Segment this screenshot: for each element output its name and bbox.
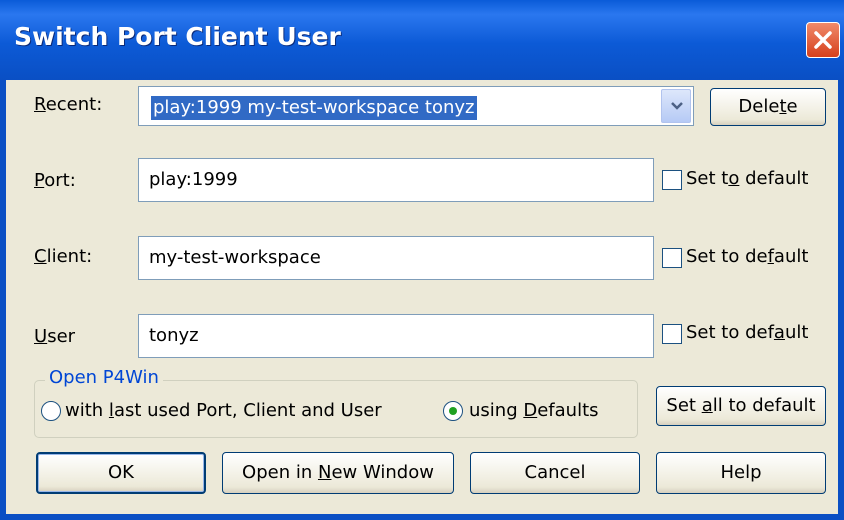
recent-selected-value[interactable]: play:1999 my-test-workspace tonyz — [151, 96, 477, 120]
set-all-default-button[interactable]: Set all to default — [656, 386, 826, 426]
close-button[interactable] — [806, 22, 840, 58]
open-p4win-group: Open P4Win with last used Port, Client a… — [34, 367, 638, 438]
user-label: User — [34, 326, 76, 347]
open-in-new-window-button[interactable]: Open in New Window — [222, 452, 454, 494]
user-input[interactable]: tonyz — [138, 314, 654, 358]
window-frame-right — [838, 80, 844, 520]
port-set-default-checkbox[interactable] — [662, 170, 682, 190]
user-set-default-checkbox[interactable] — [662, 324, 682, 344]
recent-dropdown-button[interactable] — [661, 89, 691, 123]
using-defaults-radio-label[interactable]: using Defaults — [469, 400, 599, 421]
cancel-button[interactable]: Cancel — [470, 452, 640, 494]
last-used-radio[interactable] — [41, 401, 61, 421]
radio-selected-dot — [449, 407, 457, 415]
window-frame-left — [0, 80, 6, 520]
close-icon — [814, 31, 832, 49]
client-label: Client: — [34, 246, 93, 267]
window-title: Switch Port Client User — [14, 22, 341, 51]
dialog-window: Switch Port Client User Recent: play:199… — [0, 0, 844, 520]
client-input[interactable]: my-test-workspace — [138, 236, 654, 280]
delete-button[interactable]: Delete — [710, 88, 826, 126]
window-frame-bottom — [0, 514, 844, 520]
recent-combobox[interactable]: play:1999 my-test-workspace tonyz — [138, 86, 694, 126]
help-button[interactable]: Help — [656, 452, 826, 494]
client-set-default-checkbox[interactable] — [662, 248, 682, 268]
using-defaults-radio[interactable] — [443, 401, 463, 421]
port-label: Port: — [34, 170, 76, 191]
ok-button[interactable]: OK — [36, 452, 206, 494]
client-set-default-label[interactable]: Set to default — [686, 246, 808, 267]
port-set-default-label[interactable]: Set to default — [686, 168, 808, 189]
chevron-down-icon — [671, 102, 683, 110]
recent-label: Recent: — [34, 94, 103, 115]
title-bar[interactable]: Switch Port Client User — [0, 0, 844, 80]
port-input[interactable]: play:1999 — [138, 158, 654, 202]
user-set-default-label[interactable]: Set to default — [686, 322, 808, 343]
open-p4win-legend: Open P4Win — [45, 367, 163, 388]
last-used-radio-label[interactable]: with last used Port, Client and User — [65, 400, 382, 421]
